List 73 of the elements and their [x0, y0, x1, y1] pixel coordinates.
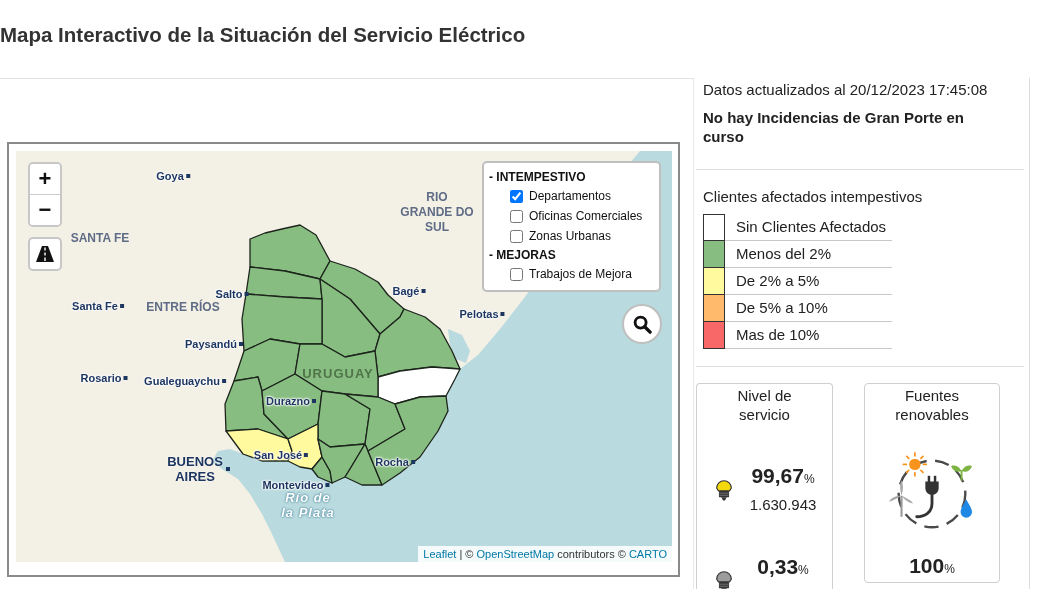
- map-attribution: Leaflet | © OpenStreetMap contributors © CARTO: [418, 546, 672, 562]
- customer-count: 1.630.943: [749, 495, 817, 515]
- service-percentage: 99,67%: [751, 464, 815, 489]
- department-region[interactable]: [319, 278, 381, 358]
- layer-group-title: - INTEMPESTIVO: [489, 169, 587, 186]
- layer-checkbox[interactable]: [510, 229, 523, 243]
- department-region[interactable]: [374, 308, 461, 378]
- incidents-message: No hay Incidencias de Gran Porte en curso: [703, 108, 965, 146]
- map-place-label: Bagé: [392, 285, 420, 297]
- map-place-label: BUENOS AIRES: [166, 454, 224, 484]
- city-marker-icon: [312, 399, 316, 403]
- layer-checkbox[interactable]: [510, 189, 523, 203]
- map-place-label: RIO GRANDE DO SUL: [399, 189, 475, 235]
- department-region[interactable]: [245, 266, 323, 300]
- map-place-label: Gualeguaychu: [144, 375, 220, 387]
- search-icon: [632, 314, 652, 334]
- page-title: Mapa Interactivo de la Situación del Servicio Eléctrico: [0, 22, 527, 48]
- map-place-label: Pelotas: [459, 308, 499, 320]
- lagoon-area: [448, 329, 470, 363]
- map-place-label: Paysandú: [185, 338, 237, 350]
- department-region[interactable]: [317, 390, 371, 448]
- layer-group-title: - MEJORAS: [489, 247, 557, 264]
- lightbulb-icon: [713, 569, 735, 589]
- map-place-label: Montevideo: [262, 479, 324, 491]
- zoom-in-button[interactable]: +: [30, 164, 60, 195]
- city-marker-icon: [410, 460, 415, 464]
- map-place-label: Río de la Plata: [280, 490, 336, 520]
- layer-label[interactable]: Trabajos de Mejora: [529, 266, 632, 282]
- legend-label: De 2% a 5%: [725, 268, 892, 295]
- lightbulb-icon: [713, 478, 735, 501]
- map-place-label: Durazno: [266, 395, 310, 407]
- department-region[interactable]: [377, 366, 461, 405]
- city-marker-icon: [123, 376, 128, 380]
- map-place-label: Rosario: [80, 372, 122, 384]
- city-marker-icon: [185, 174, 190, 178]
- road-layer-button[interactable]: [28, 237, 62, 271]
- map-place-label: Rocha: [375, 456, 409, 468]
- city-marker-icon: [244, 292, 249, 296]
- service-percentage: 0,33%: [757, 555, 809, 580]
- legend-label: De 5% a 10%: [725, 295, 892, 322]
- renewables-percentage: 100%: [909, 554, 955, 579]
- layer-label[interactable]: Zonas Urbanas: [529, 228, 612, 244]
- attribution-link[interactable]: CARTO: [628, 548, 667, 560]
- attribution-link[interactable]: Leaflet: [423, 548, 457, 560]
- city-marker-icon: [221, 379, 226, 383]
- map-place-label: Goya: [156, 170, 184, 182]
- city-marker-icon: [239, 342, 243, 346]
- map-place-label: SANTA FE: [70, 230, 130, 246]
- map-place-label: Salto: [215, 288, 243, 300]
- layer-checkbox[interactable]: [510, 209, 523, 223]
- card-title: Nivel de servicio: [736, 386, 793, 424]
- layer-label[interactable]: Departamentos: [529, 188, 612, 204]
- layer-checkbox[interactable]: [510, 267, 523, 281]
- map-place-label: ENTRE RÍOS: [146, 299, 220, 315]
- layer-label[interactable]: Oficinas Comerciales: [529, 208, 643, 224]
- map-place-label: URUGUAY: [302, 365, 374, 381]
- legend-label: Sin Clientes Afectados: [725, 214, 892, 241]
- city-marker-icon: [421, 289, 426, 293]
- department-region[interactable]: [249, 224, 331, 280]
- city-marker-icon: [304, 453, 309, 457]
- map-place-label: Santa Fe: [72, 300, 118, 312]
- city-marker-icon: [226, 467, 230, 471]
- legend-title: Clientes afectados intempestivos: [703, 188, 924, 206]
- department-region[interactable]: [241, 293, 323, 352]
- city-marker-icon: [119, 304, 124, 308]
- city-marker-icon: [325, 483, 330, 487]
- card-title: Fuentes renovables: [894, 386, 970, 424]
- city-marker-icon: [500, 312, 505, 316]
- attribution-link[interactable]: OpenStreetMap: [476, 548, 555, 560]
- legend-label: Mas de 10%: [725, 322, 892, 349]
- update-timestamp: Datos actualizados al 20/12/2023 17:45:08: [702, 80, 989, 100]
- road-icon: [36, 246, 54, 262]
- legend-label: Menos del 2%: [725, 241, 892, 268]
